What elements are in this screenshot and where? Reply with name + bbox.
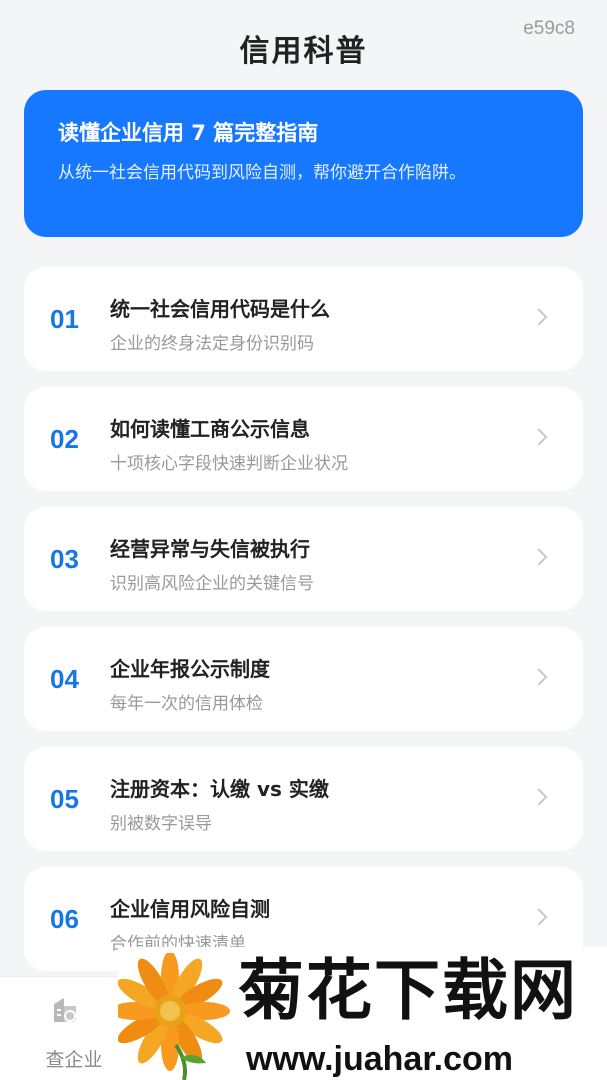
company-search-icon [54, 998, 78, 1024]
corner-code: e59c8 [523, 18, 575, 39]
article-title: 经营异常与失信被执行 [110, 537, 310, 561]
article-title: 统一社会信用代码是什么 [110, 297, 330, 321]
flower-logo-icon [118, 953, 230, 1080]
article-number: 06 [50, 904, 79, 934]
chevron-right-icon [530, 788, 548, 806]
article-title: 如何读懂工商公示信息 [110, 417, 310, 441]
article-title: 注册资本：认缴 vs 实缴 [110, 777, 329, 801]
article-number: 04 [50, 664, 79, 694]
article-subtitle: 识别高风险企业的关键信号 [110, 574, 314, 594]
article-title: 企业信用风险自测 [110, 897, 270, 921]
article-subtitle: 十项核心字段快速判断企业状况 [110, 454, 348, 474]
article-number: 03 [50, 544, 79, 574]
page-title: 信用科普 [239, 34, 368, 69]
watermark-url: www.juahar.com [246, 1040, 514, 1078]
watermark-title: 菊花下载网 [238, 952, 578, 1029]
chevron-right-icon [530, 668, 548, 686]
article-subtitle: 每年一次的信用体检 [110, 694, 263, 714]
chevron-right-icon [530, 908, 548, 926]
article-number: 05 [50, 784, 79, 814]
article-title: 企业年报公示制度 [110, 657, 270, 681]
article-card-03[interactable]: 03 经营异常与失信被执行 识别高风险企业的关键信号 [24, 507, 583, 611]
chevron-right-icon [530, 428, 548, 446]
article-card-04[interactable]: 04 企业年报公示制度 每年一次的信用体检 [24, 627, 583, 731]
hero-title: 读懂企业信用 7 篇完整指南 [58, 121, 319, 145]
article-number: 02 [50, 424, 79, 454]
tab-company-search[interactable]: 查企业 [20, 977, 130, 1080]
article-card-05[interactable]: 05 注册资本：认缴 vs 实缴 别被数字误导 [24, 747, 583, 851]
article-subtitle: 别被数字误导 [110, 814, 212, 834]
article-number: 01 [50, 304, 79, 334]
header: 信用科普 e59c8 [0, 0, 607, 90]
hero-description: 从统一社会信用代码到风险自测，帮你避开合作陷阱。 [58, 163, 466, 183]
chevron-right-icon [530, 548, 548, 566]
article-subtitle: 企业的终身法定身份识别码 [110, 334, 314, 354]
chevron-right-icon [530, 308, 548, 326]
watermark-overlay: 菊花下载网 www.juahar.com [118, 947, 607, 1080]
article-card-01[interactable]: 01 统一社会信用代码是什么 企业的终身法定身份识别码 [24, 267, 583, 371]
hero-banner[interactable]: 读懂企业信用 7 篇完整指南 从统一社会信用代码到风险自测，帮你避开合作陷阱。 [24, 90, 583, 237]
article-card-02[interactable]: 02 如何读懂工商公示信息 十项核心字段快速判断企业状况 [24, 387, 583, 491]
tab-label: 查企业 [45, 1049, 103, 1071]
article-list: 01 统一社会信用代码是什么 企业的终身法定身份识别码 02 如何读懂工商公示信… [24, 267, 583, 987]
